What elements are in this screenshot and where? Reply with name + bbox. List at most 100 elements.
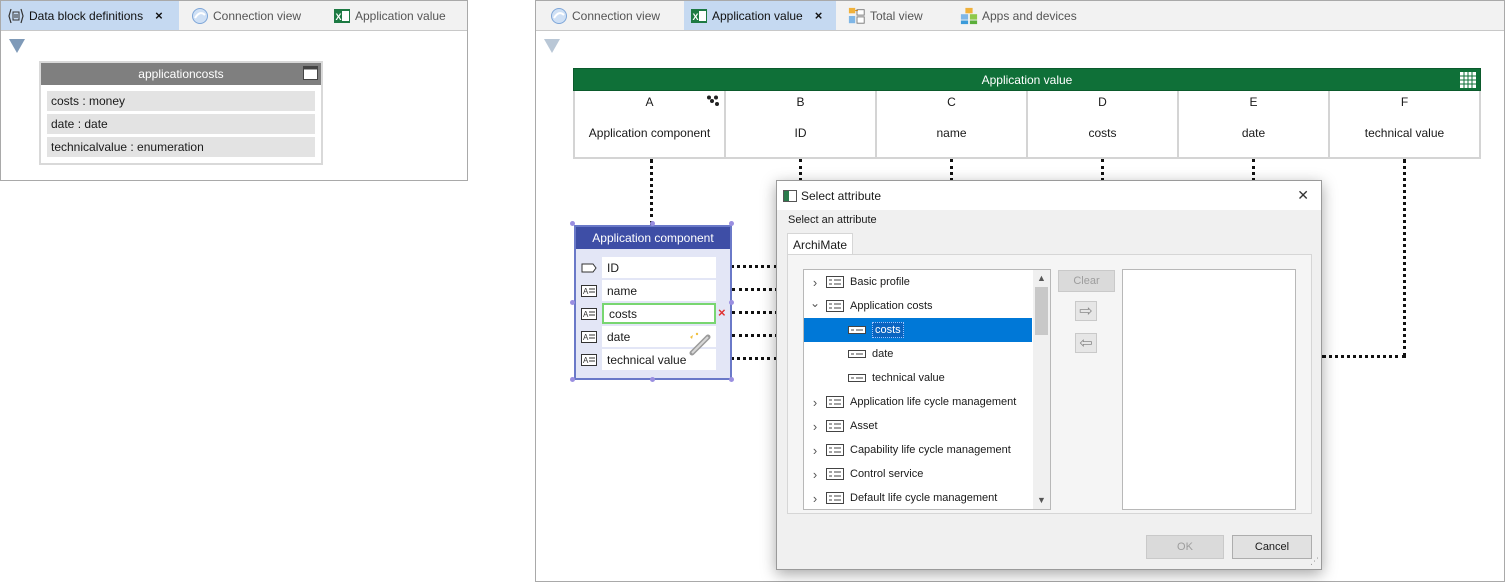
attribute-icon	[848, 350, 866, 358]
collapse-icon[interactable]: ⌄	[804, 296, 826, 310]
tree-item-costs[interactable]: costs	[804, 318, 1032, 342]
tab-connection-view[interactable]: Connection view	[179, 1, 327, 30]
tab-data-block-definitions[interactable]: Data block definitions ×	[1, 1, 179, 30]
tab-archimate[interactable]: ArchiMate	[787, 233, 853, 255]
tree-item-label: Basic profile	[850, 276, 910, 288]
clear-button[interactable]: Clear	[1058, 270, 1115, 292]
dialog-instruction: Select an attribute	[788, 214, 877, 226]
resize-handle[interactable]	[729, 300, 734, 305]
resize-handle[interactable]	[570, 221, 575, 226]
dialog-app-icon	[783, 189, 797, 202]
add-arrow-button[interactable]: ⇨	[1075, 301, 1097, 321]
tree-scrollbar[interactable]: ▲ ▼	[1033, 270, 1050, 509]
svg-text:A: A	[583, 310, 589, 319]
application-component[interactable]: Application component ID A name A costs	[574, 225, 732, 380]
tree-item-technical-value[interactable]: technical value	[804, 366, 1032, 390]
ok-button[interactable]: OK	[1146, 535, 1224, 559]
attribute-label-selected[interactable]: costs	[602, 303, 716, 324]
excel-icon: X	[333, 7, 351, 25]
attribute-icon	[848, 326, 866, 334]
tree-item-label: Capability life cycle management	[850, 444, 1011, 456]
data-block-row[interactable]: technicalvalue : enumeration	[47, 137, 315, 157]
tree-item-basic-profile[interactable]: › Basic profile	[804, 270, 1032, 294]
column-c[interactable]: C name	[877, 91, 1028, 157]
expand-icon[interactable]: ›	[804, 467, 826, 482]
application-value-table[interactable]: Application value A Application componen…	[573, 68, 1481, 159]
column-letter: F	[1400, 95, 1409, 109]
dialog-title: Select attribute	[801, 188, 882, 203]
tab-apps-and-devices[interactable]: Apps and devices	[948, 1, 1088, 30]
tree-item-capability-life-cycle[interactable]: › Capability life cycle management	[804, 438, 1032, 462]
attribute-tree[interactable]: › Basic profile ⌄ Application costs cost…	[803, 269, 1051, 510]
cancel-button[interactable]: Cancel	[1232, 535, 1312, 559]
filter-triangle-icon[interactable]	[544, 39, 560, 53]
expand-icon[interactable]: ›	[804, 395, 826, 410]
data-block[interactable]: applicationcosts costs : money date : da…	[39, 61, 323, 165]
resize-handle[interactable]	[570, 377, 575, 382]
resize-handle[interactable]	[650, 377, 655, 382]
resize-grip-icon[interactable]: ⋰	[1310, 556, 1319, 567]
column-f[interactable]: F technical value	[1330, 91, 1479, 157]
tree-item-label: Control service	[850, 468, 924, 480]
column-b[interactable]: B ID	[726, 91, 877, 157]
tab-total-view[interactable]: Total view	[836, 1, 948, 30]
relation-icon	[706, 95, 720, 110]
resize-handle[interactable]	[570, 300, 575, 305]
tab-label: Data block definitions	[29, 8, 144, 23]
grid-icon[interactable]	[1460, 72, 1476, 91]
tree-item-application-costs[interactable]: ⌄ Application costs	[804, 294, 1032, 318]
expand-icon[interactable]: ›	[804, 443, 826, 458]
attribute-row-id[interactable]: ID	[576, 257, 730, 278]
connector-line	[799, 159, 802, 181]
tree-item-application-life-cycle[interactable]: › Application life cycle management	[804, 390, 1032, 414]
svg-text:X: X	[693, 12, 699, 22]
tab-application-value[interactable]: X Application value ×	[684, 1, 836, 30]
attribute-row-costs[interactable]: A costs ×	[576, 303, 730, 324]
column-a[interactable]: A Application component	[575, 91, 726, 157]
column-letter: B	[796, 95, 805, 109]
attribute-label: name	[602, 280, 716, 301]
tab-label: Total view	[870, 8, 923, 23]
tree-item-date[interactable]: date	[804, 342, 1032, 366]
column-letter: D	[1098, 95, 1107, 109]
column-label: ID	[794, 126, 807, 140]
column-label: date	[1241, 126, 1266, 140]
column-d[interactable]: D costs	[1028, 91, 1179, 157]
resize-handle[interactable]	[729, 221, 734, 226]
close-tab-button[interactable]: ×	[155, 8, 163, 23]
column-letter: C	[947, 95, 956, 109]
remove-arrow-button[interactable]: ⇦	[1075, 333, 1097, 353]
expand-icon[interactable]: ›	[804, 419, 826, 434]
tree-item-control-service[interactable]: › Control service	[804, 462, 1032, 486]
scrollbar-thumb[interactable]	[1035, 287, 1048, 335]
filter-triangle-icon[interactable]	[9, 39, 25, 53]
tab-application-value[interactable]: X Application value	[327, 1, 467, 30]
select-attribute-dialog[interactable]: Select attribute ✕ Select an attribute A…	[776, 180, 1322, 570]
remove-attribute-icon[interactable]: ×	[718, 305, 726, 320]
column-e[interactable]: E date	[1179, 91, 1330, 157]
tab-label: Application value	[712, 8, 803, 23]
data-block-row[interactable]: date : date	[47, 114, 315, 134]
column-label: technical value	[1364, 126, 1445, 140]
scroll-down-icon[interactable]: ▼	[1033, 492, 1050, 509]
close-tab-button[interactable]: ×	[815, 8, 823, 23]
scroll-up-icon[interactable]: ▲	[1033, 270, 1050, 287]
resize-handle[interactable]	[729, 377, 734, 382]
magic-wand-icon[interactable]	[688, 331, 714, 360]
dialog-title-bar[interactable]: Select attribute ✕	[777, 181, 1321, 210]
left-panel: Data block definitions × Connection view…	[0, 0, 468, 181]
tab-label: Apps and devices	[982, 8, 1077, 23]
tab-connection-view[interactable]: Connection view	[536, 1, 684, 30]
expand-icon[interactable]: ›	[804, 491, 826, 506]
data-block-row[interactable]: costs : money	[47, 91, 315, 111]
expand-icon[interactable]: ›	[804, 275, 826, 290]
connection-view-icon	[550, 7, 568, 25]
close-icon[interactable]: ✕	[1297, 187, 1309, 204]
attribute-row-name[interactable]: A name	[576, 280, 730, 301]
tree-item-default-life-cycle[interactable]: › Default life cycle management	[804, 486, 1032, 509]
tree-item-asset[interactable]: › Asset	[804, 414, 1032, 438]
resize-handle[interactable]	[650, 221, 655, 226]
selected-attributes-list[interactable]	[1122, 269, 1296, 510]
data-block-header: applicationcosts	[41, 63, 321, 85]
text-attribute-icon: A	[576, 307, 602, 320]
